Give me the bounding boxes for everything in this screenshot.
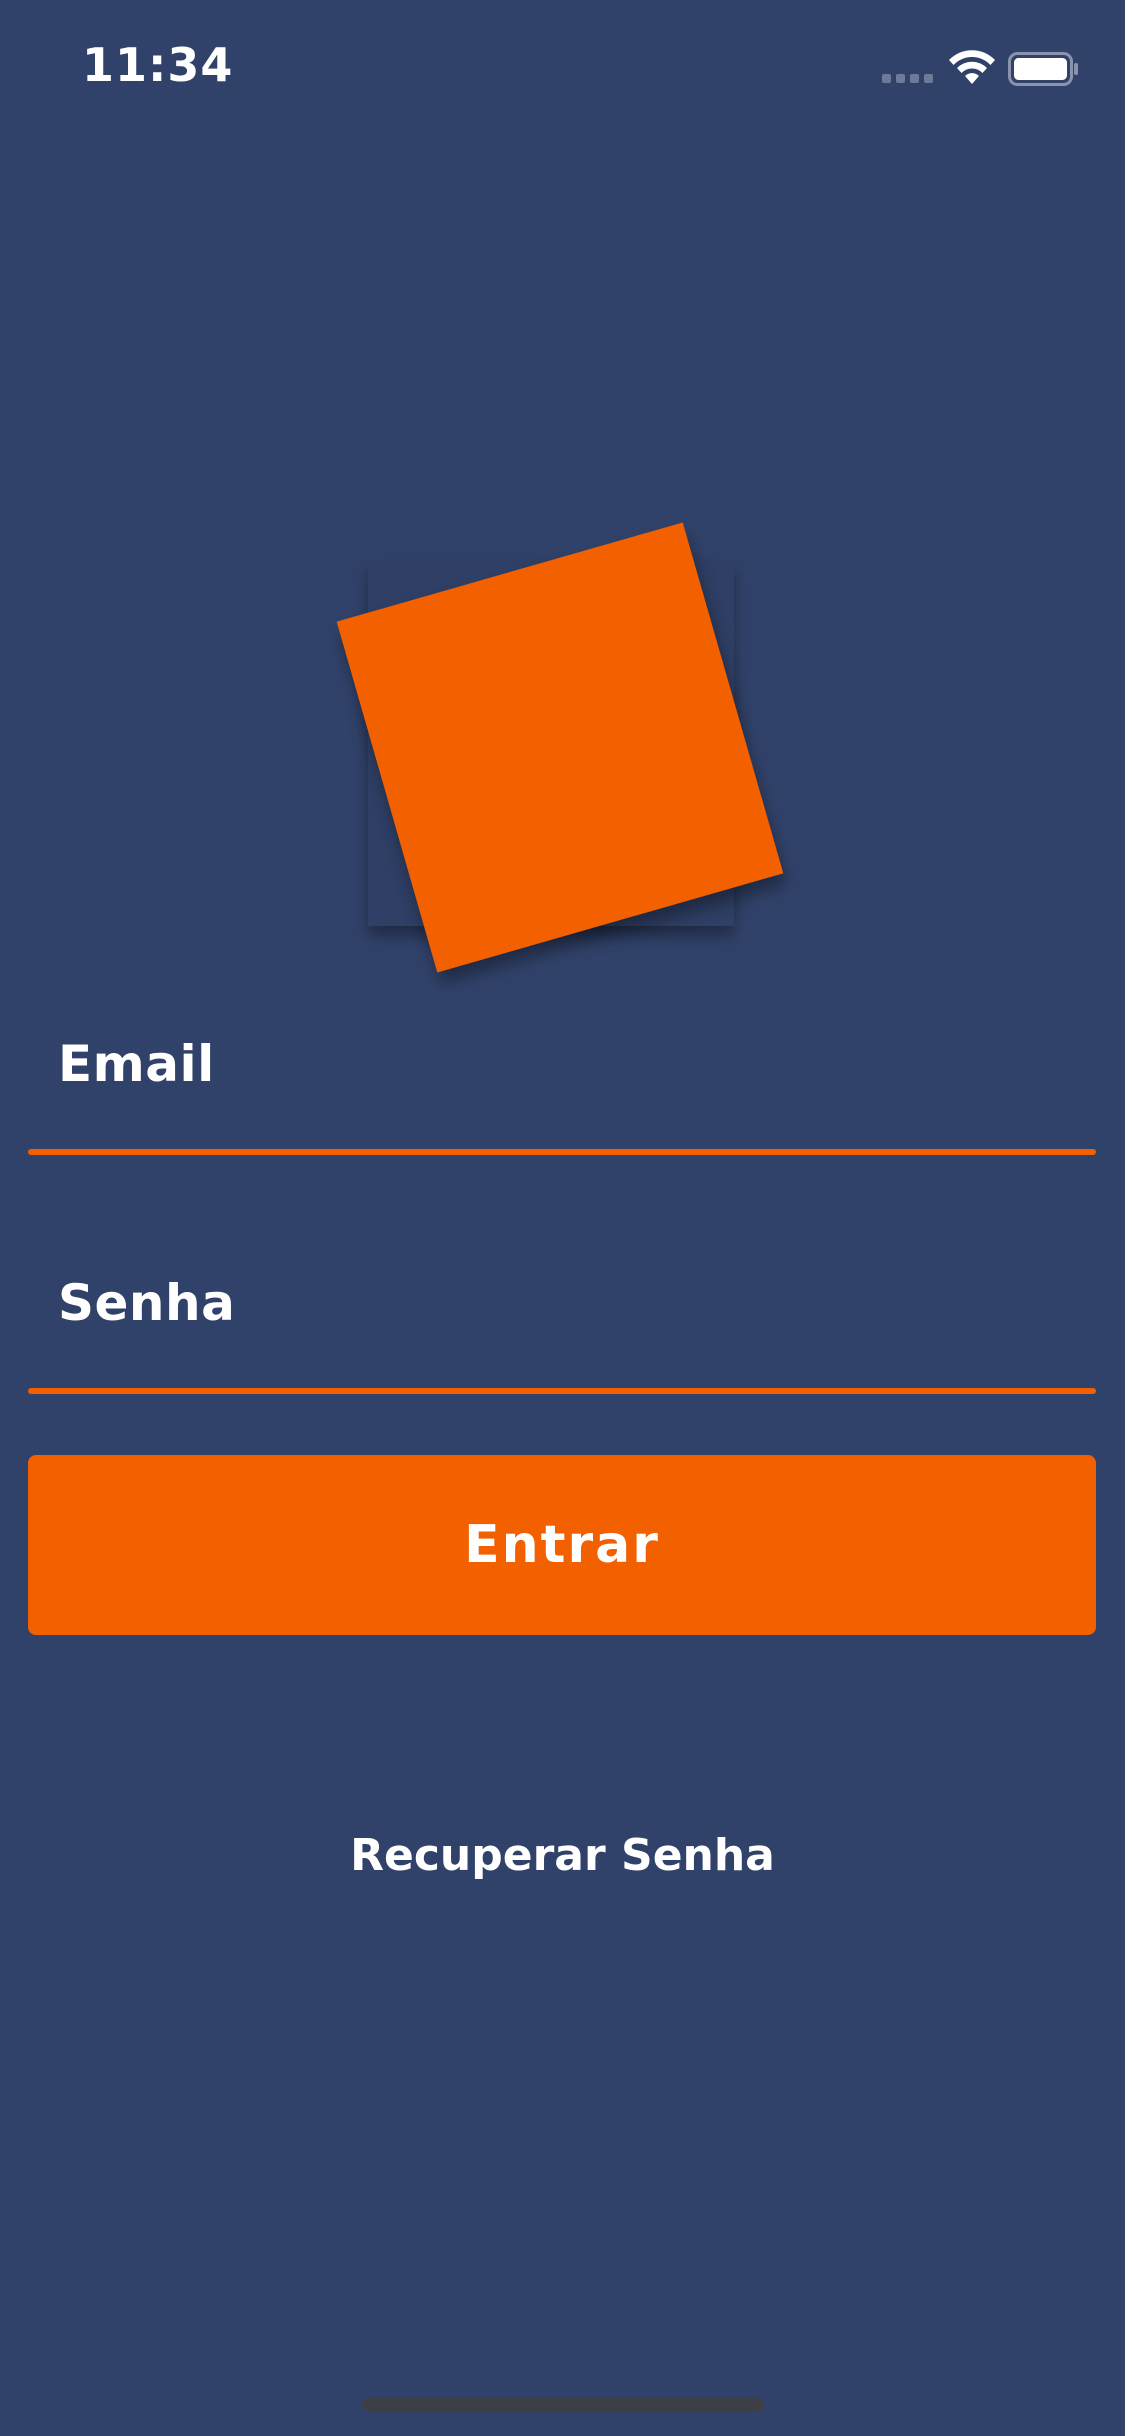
app-logo-icon bbox=[320, 490, 800, 973]
signal-dots-icon bbox=[882, 74, 934, 84]
password-field[interactable]: Senha bbox=[28, 1244, 1096, 1394]
email-underline bbox=[28, 1149, 1096, 1155]
email-field[interactable]: Email bbox=[28, 1005, 1096, 1155]
email-input[interactable] bbox=[28, 1005, 1096, 1155]
password-input[interactable] bbox=[28, 1244, 1096, 1394]
login-button[interactable]: Entrar bbox=[28, 1455, 1096, 1635]
password-underline bbox=[28, 1388, 1096, 1394]
wifi-icon bbox=[949, 50, 995, 84]
battery-icon bbox=[1008, 52, 1078, 86]
login-button-label: Entrar bbox=[464, 1515, 660, 1575]
recover-password-link[interactable]: Recuperar Senha bbox=[0, 1830, 1125, 1881]
home-indicator[interactable] bbox=[362, 2398, 764, 2412]
status-time: 11:34 bbox=[82, 38, 234, 92]
status-bar: 11:34 bbox=[0, 0, 1125, 140]
